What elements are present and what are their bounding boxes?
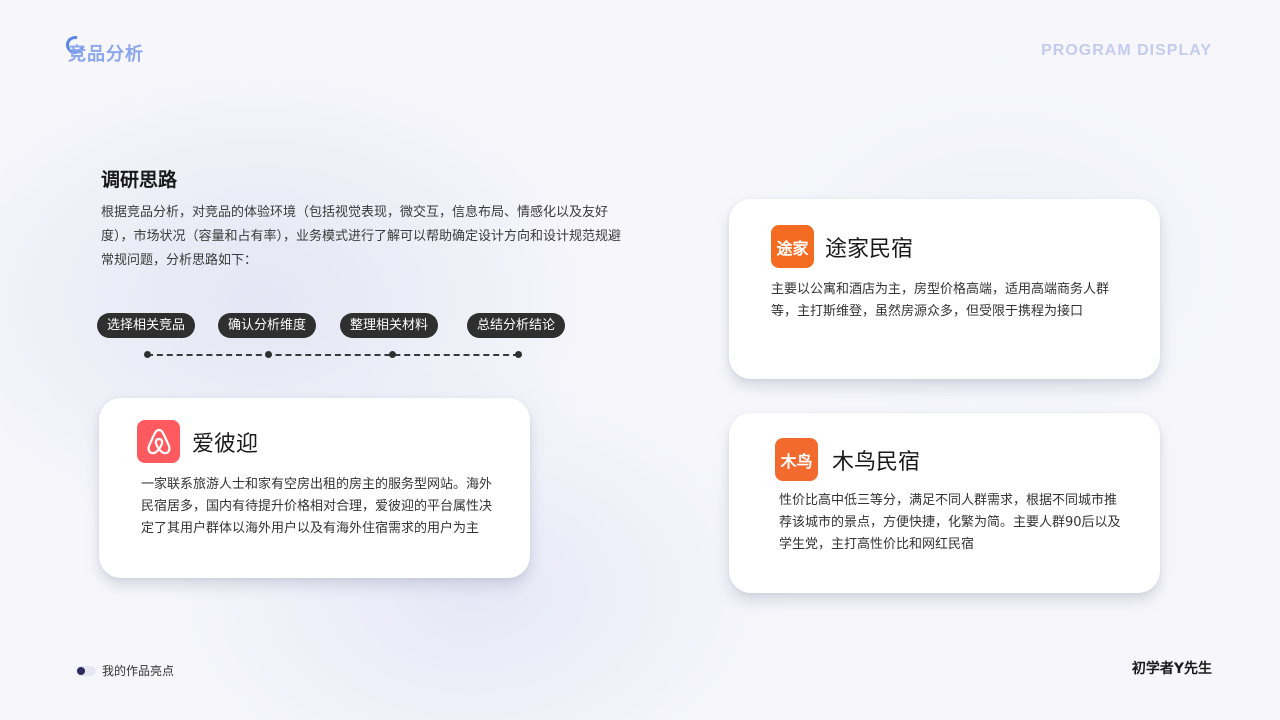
card-name: 木鸟民宿 (832, 450, 921, 475)
toggle-icon (76, 665, 96, 676)
tujia-icon-text: 途家 (776, 238, 809, 258)
footer-left-label: 我的作品亮点 (102, 664, 175, 678)
footer-left: 我的作品亮点 (76, 662, 174, 679)
timeline-dot (265, 351, 272, 358)
author-label: 初学者Y先生 (1131, 661, 1212, 677)
timeline-dot (389, 351, 396, 358)
card-tujia: 途家 途家民宿 主要以公寓和酒店为主，房型价格高端，适用高端商务人群等，主打斯维… (729, 199, 1160, 379)
step-pill: 总结分析结论 (467, 313, 566, 338)
card-airbnb: 爱彼迎 一家联系旅游人士和家有空房出租的房主的服务型网站。海外民宿居多，国内有待… (99, 398, 530, 578)
muniao-icon-text: 木鸟 (780, 451, 813, 471)
timeline-dot (515, 351, 522, 358)
timeline-dashed-line (147, 354, 519, 356)
timeline-dot (144, 351, 151, 358)
tujia-logo-icon: 途家 (771, 225, 814, 268)
research-title: 调研思路 (101, 169, 178, 191)
program-display-label: PROGRAM DISPLAY (1041, 42, 1212, 59)
logo-text: 竞品分析 (68, 44, 144, 65)
card-description: 主要以公寓和酒店为主，房型价格高端，适用高端商务人群等，主打斯维登，虽然房源众多… (771, 282, 1110, 319)
logo: 竞品分析 (62, 32, 144, 66)
step-pill: 整理相关材料 (340, 313, 439, 338)
step-pill: 选择相关竞品 (97, 313, 196, 338)
steps-row: 选择相关竞品 确认分析维度 整理相关材料 总结分析结论 (97, 313, 577, 339)
card-description: 一家联系旅游人士和家有空房出租的房主的服务型网站。海外民宿居多，国内有待提升价格… (141, 477, 493, 536)
research-description: 根据竞品分析，对竞品的体验环境（包括视觉表现，微交互，信息布局、情感化以及友好度… (101, 205, 622, 268)
card-name: 爱彼迎 (192, 432, 259, 457)
step-pill: 确认分析维度 (218, 313, 317, 338)
airbnb-logo-icon (137, 420, 180, 463)
card-muniao: 木鸟 木鸟民宿 性价比高中低三等分，满足不同人群需求，根据不同城市推荐该城市的景… (729, 413, 1160, 593)
card-name: 途家民宿 (825, 237, 914, 262)
muniao-logo-icon: 木鸟 (775, 438, 818, 481)
card-description: 性价比高中低三等分，满足不同人群需求，根据不同城市推荐该城市的景点，方便快捷，化… (779, 493, 1121, 552)
